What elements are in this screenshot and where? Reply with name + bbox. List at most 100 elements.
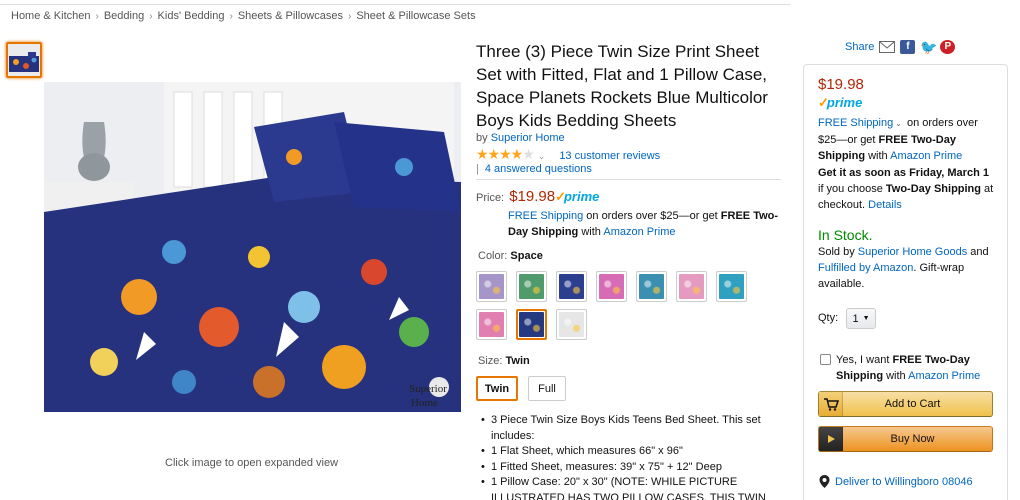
star-rating-icon[interactable]: ★★★★★	[476, 146, 535, 162]
seller-info: Sold by Superior Home Goods and Fulfille…	[818, 246, 989, 290]
deliver-to-label: Deliver to Willingboro 08046	[835, 475, 973, 488]
fulfilled-by-amazon-link[interactable]: Fulfilled by Amazon	[818, 262, 913, 274]
price-label: Price:	[476, 192, 505, 204]
breadcrumb-sheets-pillowcases[interactable]: Sheets & Pillowcases	[238, 10, 343, 22]
swatch-fill	[599, 274, 624, 299]
swatch-fill	[639, 274, 664, 299]
watermark-text: Superior	[409, 383, 447, 395]
seller-link[interactable]: Superior Home Goods	[858, 246, 967, 258]
price-row: Price: $19.98✓prime	[476, 188, 599, 205]
breadcrumb-home-kitchen[interactable]: Home & Kitchen	[11, 10, 90, 22]
buybox-prime-logo: ✓prime	[818, 95, 863, 110]
breadcrumb-separator: ›	[229, 11, 233, 22]
breadcrumb: Home & Kitchen › Bedding › Kids' Bedding › She…	[11, 10, 476, 22]
quantity-dropdown[interactable]: 1 ▼	[846, 308, 876, 329]
deliver-to[interactable]: Deliver to Willingboro 08046	[819, 475, 973, 488]
details-link[interactable]: Details	[868, 199, 902, 211]
breadcrumb-kids-bedding[interactable]: Kids' Bedding	[158, 10, 225, 22]
free-shipping-link[interactable]: FREE Shipping	[508, 210, 583, 222]
chevron-down-icon: ⌄	[895, 119, 902, 128]
shipping-info: FREE Shipping on orders over $25—or get …	[508, 208, 783, 240]
color-value: Space	[510, 250, 543, 262]
stock-status: In Stock.	[818, 227, 873, 243]
amazon-prime-link[interactable]: Amazon Prime	[603, 226, 675, 238]
breadcrumb-separator: ›	[95, 11, 99, 22]
breadcrumb-bedding[interactable]: Bedding	[104, 10, 144, 22]
feature-bullet: 1 Flat Sheet, which measures 66" x 96"	[476, 444, 776, 460]
size-label: Size: Twin	[478, 355, 530, 367]
swatch-fill	[479, 274, 504, 299]
cart-icon	[819, 392, 843, 416]
feature-bullet: 3 Piece Twin Size Boys Kids Teens Bed Sh…	[476, 413, 776, 444]
breadcrumb-sheet-sets[interactable]: Sheet & Pillowcase Sets	[356, 10, 475, 22]
buy-now-button[interactable]: Buy Now	[818, 426, 993, 452]
image-hint: Click image to open expanded view	[165, 457, 339, 469]
product-title: Three (3) Piece Twin Size Print Sheet Se…	[476, 42, 768, 130]
color-swatch[interactable]	[556, 309, 587, 340]
facebook-icon[interactable]: f	[900, 40, 916, 54]
shipping-text: on orders over $25—or get	[583, 210, 721, 222]
swatch-fill	[559, 274, 584, 299]
share-label[interactable]: Share	[845, 41, 874, 53]
buybox-free-shipping-link[interactable]: FREE Shipping	[818, 117, 893, 129]
color-swatch[interactable]	[476, 309, 507, 340]
buybox-price: $19.98	[818, 76, 864, 93]
breadcrumb-separator: ›	[348, 11, 352, 22]
top-divider	[0, 0, 790, 5]
two-day-shipping-checkbox[interactable]	[820, 354, 831, 365]
color-swatch[interactable]	[716, 271, 747, 302]
feature-bullet: 1 Pillow Case: 20" x 30" (NOTE: WHILE PI…	[476, 475, 776, 500]
swatch-fill	[679, 274, 704, 299]
add-to-cart-button[interactable]: Add to Cart	[818, 391, 993, 417]
chevron-down-icon: ▼	[862, 315, 870, 322]
separator: |	[476, 163, 479, 175]
swatch-fill	[519, 312, 544, 337]
shipping-text-with: with	[578, 226, 604, 238]
two-day-shipping-option: Yes, I want FREE Two-Day Shipping with A…	[836, 354, 981, 382]
divider	[476, 179, 781, 180]
byline: by Superior Home	[476, 132, 565, 144]
color-swatch[interactable]	[476, 271, 507, 302]
checkbox-amazon-prime-link[interactable]: Amazon Prime	[908, 370, 980, 382]
buybox-amazon-prime-link[interactable]: Amazon Prime	[890, 150, 962, 162]
location-pin-icon	[819, 475, 830, 488]
color-swatch[interactable]	[516, 271, 547, 302]
delivery-estimate: Get it as soon as Friday, March 1 if you…	[818, 167, 994, 211]
price-value: $19.98	[509, 188, 556, 205]
buy-now-label: Buy Now	[890, 433, 935, 445]
color-swatch[interactable]	[676, 271, 707, 302]
color-label: Color: Space	[478, 250, 543, 262]
buybox-shipping: FREE Shipping ⌄ on orders over $25—or get…	[818, 117, 978, 162]
size-value: Twin	[505, 355, 530, 367]
swatch-fill	[519, 274, 544, 299]
pinterest-icon[interactable]: P	[940, 40, 956, 54]
main-product-image[interactable]: Superior Home	[44, 82, 461, 412]
image-thumbnail[interactable]	[6, 42, 42, 78]
swatch-fill	[479, 312, 504, 337]
color-swatch[interactable]	[516, 309, 547, 340]
color-swatch[interactable]	[596, 271, 627, 302]
quantity-value: 1	[852, 312, 859, 325]
reviews-link[interactable]: 13 customer reviews	[559, 150, 660, 162]
email-icon[interactable]	[879, 41, 896, 53]
answered-questions-link[interactable]: 4 answered questions	[485, 163, 592, 175]
delivery-date: Get it as soon as Friday, March 1	[818, 167, 989, 179]
feature-bullet: 1 Fitted Sheet, measures: 39" x 75" + 12…	[476, 460, 776, 476]
chevron-down-icon[interactable]: ⌄	[538, 151, 546, 161]
color-swatch[interactable]	[636, 271, 667, 302]
watermark-text-2: Home	[411, 397, 438, 409]
swatch-fill	[559, 312, 584, 337]
swatch-fill	[719, 274, 744, 299]
size-option-full[interactable]: Full	[528, 376, 566, 401]
size-option-twin[interactable]: Twin	[476, 376, 518, 401]
brand-link[interactable]: Superior Home	[491, 132, 565, 144]
prime-logo: ✓prime	[555, 189, 600, 204]
thumbnail-image	[8, 44, 40, 76]
share-row: Share f 🐦 P	[845, 40, 956, 54]
color-swatch[interactable]	[556, 271, 587, 302]
twitter-icon[interactable]: 🐦	[920, 40, 937, 54]
feature-bullets: 3 Piece Twin Size Boys Kids Teens Bed Sh…	[476, 413, 776, 500]
play-icon	[819, 427, 843, 451]
quantity-label: Qty:	[818, 312, 839, 324]
breadcrumb-separator: ›	[149, 11, 153, 22]
